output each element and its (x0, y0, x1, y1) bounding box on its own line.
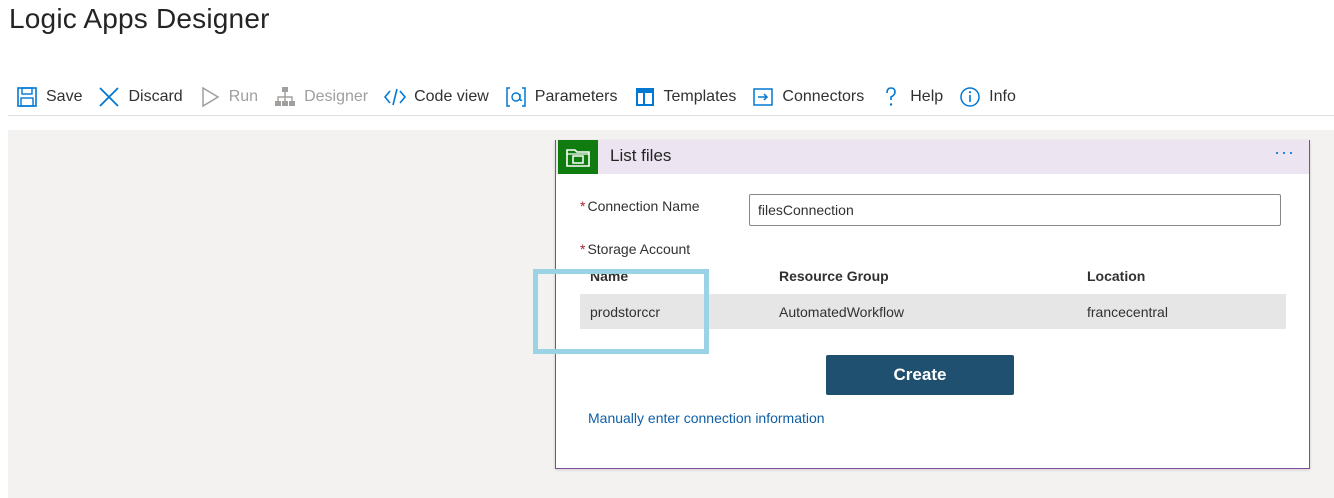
close-icon (98, 86, 120, 108)
templates-label: Templates (663, 87, 737, 105)
column-header-resource-group: Resource Group (779, 268, 889, 284)
code-icon (384, 86, 407, 108)
discard-label: Discard (128, 87, 183, 105)
toolbar: Save Discard Run Designer Code view Para… (8, 78, 1334, 116)
column-header-location: Location (1087, 268, 1146, 284)
sitemap-icon (274, 86, 296, 108)
question-icon (880, 86, 902, 108)
card-title: List files (610, 146, 672, 165)
info-label: Info (989, 87, 1016, 105)
location-cell: francecentral (1087, 304, 1168, 320)
info-button[interactable]: Info (951, 80, 1024, 114)
code-view-button[interactable]: Code view (376, 80, 497, 114)
designer-label: Designer (304, 87, 369, 105)
storage-name-cell: prodstorccr (590, 304, 661, 320)
column-header-name: Name (590, 268, 629, 284)
file-share-icon (558, 140, 598, 174)
card-header[interactable]: List files ··· (556, 140, 1309, 174)
table-row[interactable]: prodstorccr AutomatedWorkflow francecent… (580, 294, 1286, 329)
connection-name-label: * Connection Name (580, 198, 700, 214)
play-icon (199, 86, 221, 108)
parameters-button[interactable]: Parameters (497, 80, 626, 114)
save-button[interactable]: Save (8, 80, 90, 114)
code-view-label: Code view (414, 87, 489, 105)
save-label: Save (46, 87, 83, 105)
connectors-button[interactable]: Connectors (744, 80, 872, 114)
discard-button[interactable]: Discard (90, 80, 190, 114)
storage-account-label: * Storage Account (580, 241, 691, 257)
info-icon (959, 86, 981, 108)
templates-icon (634, 86, 656, 108)
more-options-icon[interactable]: ··· (1274, 142, 1295, 163)
list-files-card: List files ··· *Connection Name *Storage… (555, 140, 1310, 469)
parameters-icon (505, 86, 527, 108)
templates-button[interactable]: Templates (626, 80, 745, 114)
run-label: Run (228, 87, 259, 105)
connectors-icon (752, 86, 774, 108)
page-title: Logic Apps Designer (9, 3, 270, 34)
help-label: Help (910, 87, 944, 105)
parameters-label: Parameters (534, 87, 618, 105)
run-button[interactable]: Run (191, 80, 266, 114)
connection-name-input[interactable] (749, 194, 1281, 226)
create-button[interactable]: Create (826, 355, 1014, 395)
resource-group-cell: AutomatedWorkflow (779, 304, 905, 320)
connectors-label: Connectors (782, 87, 865, 105)
save-icon (16, 86, 38, 108)
manual-connection-link[interactable]: Manually enter connection information (588, 410, 825, 426)
designer-button[interactable]: Designer (266, 80, 376, 114)
help-button[interactable]: Help (872, 80, 951, 114)
